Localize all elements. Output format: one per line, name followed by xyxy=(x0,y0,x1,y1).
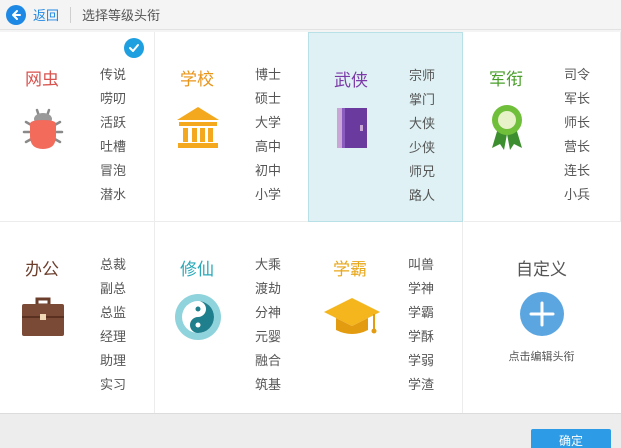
title-item: 师兄 xyxy=(409,165,436,180)
title-item: 高中 xyxy=(255,140,282,155)
selected-check-icon xyxy=(124,38,144,58)
title-item: 初中 xyxy=(255,164,282,179)
title-item: 师长 xyxy=(564,116,591,131)
top-bar: 返回 选择等级头衔 xyxy=(0,0,621,30)
title-item: 总监 xyxy=(100,306,127,321)
title-item: 筑基 xyxy=(255,378,282,393)
title-item: 吐槽 xyxy=(100,140,127,155)
title-list: 司令 军长 师长 营长 连长 小兵 xyxy=(564,66,590,210)
title-item: 掌门 xyxy=(409,93,436,108)
title-item: 传说 xyxy=(100,68,127,83)
title-item: 宗师 xyxy=(409,69,436,84)
title-list: 传说 唠叨 活跃 吐槽 冒泡 潜水 xyxy=(100,66,126,210)
title-item: 少侠 xyxy=(409,141,436,156)
page-title: 选择等级头衔 xyxy=(82,9,161,24)
back-label: 返回 xyxy=(33,9,60,24)
school-building-icon xyxy=(173,102,223,152)
title-item: 军长 xyxy=(564,92,591,107)
header-divider xyxy=(70,6,72,23)
title-item: 硕士 xyxy=(255,92,282,107)
category-card-xiuxian[interactable]: 修仙 大乘 渡劫 分神 元婴 融合 筑基 xyxy=(155,222,310,413)
title-list: 博士 硕士 大学 高中 初中 小学 xyxy=(255,66,281,210)
custom-title: 自定义 xyxy=(516,260,567,280)
bug-icon xyxy=(18,102,68,152)
title-list: 总裁 副总 总监 经理 助理 实习 xyxy=(100,256,126,400)
category-card-wuxia[interactable]: 武侠 宗师 掌门 大侠 少侠 师兄 路人 xyxy=(308,32,463,222)
category-name: 网虫 xyxy=(25,70,59,90)
category-card-bangong[interactable]: 办公 总裁 副总 总监 经理 助理 实习 xyxy=(0,222,155,413)
title-item: 渡劫 xyxy=(255,282,282,297)
title-item: 元婴 xyxy=(255,330,282,345)
custom-subtitle: 点击编辑头衔 xyxy=(508,350,575,363)
category-card-wangchong[interactable]: 网虫 传说 唠叨 活跃 吐槽 冒泡 潜水 xyxy=(0,32,155,222)
title-category-grid: 网虫 传说 唠叨 活跃 吐槽 冒泡 潜水 学校 博士 硕士 大学 高中 初中 小… xyxy=(0,32,621,413)
title-item: 路人 xyxy=(409,189,436,204)
briefcase-icon xyxy=(18,292,68,342)
category-card-xuexiao[interactable]: 学校 博士 硕士 大学 高中 初中 小学 xyxy=(155,32,310,222)
title-item: 司令 xyxy=(564,68,591,83)
category-name: 学霸 xyxy=(333,260,367,280)
title-item: 总裁 xyxy=(100,258,127,273)
title-item: 连长 xyxy=(564,164,591,179)
title-item: 副总 xyxy=(100,282,127,297)
title-item: 小学 xyxy=(255,188,282,203)
title-item: 大乘 xyxy=(255,258,282,273)
title-list: 大乘 渡劫 分神 元婴 融合 筑基 xyxy=(255,256,281,400)
title-item: 经理 xyxy=(100,330,127,345)
title-item: 学霸 xyxy=(408,306,435,321)
title-item: 实习 xyxy=(100,378,127,393)
category-name: 军衔 xyxy=(489,70,523,90)
back-arrow-icon xyxy=(6,4,26,25)
yin-yang-icon xyxy=(173,292,223,342)
category-name: 武侠 xyxy=(334,71,368,91)
title-item: 冒泡 xyxy=(100,164,127,179)
title-item: 唠叨 xyxy=(100,92,127,107)
title-item: 博士 xyxy=(255,68,282,83)
back-button[interactable]: 返回 xyxy=(0,0,59,30)
book-icon xyxy=(327,103,377,153)
graduation-cap-icon xyxy=(322,292,382,342)
plus-icon[interactable] xyxy=(520,292,564,336)
title-item: 活跃 xyxy=(100,116,127,131)
medal-icon xyxy=(482,102,532,152)
confirm-button[interactable]: 确定 xyxy=(531,429,611,448)
title-item: 叫兽 xyxy=(408,258,435,273)
custom-title-card[interactable]: 自定义 点击编辑头衔 xyxy=(464,222,621,413)
category-name: 学校 xyxy=(180,70,214,90)
title-item: 融合 xyxy=(255,354,282,369)
title-item: 学酥 xyxy=(408,330,435,345)
title-item: 潜水 xyxy=(100,188,127,203)
bottom-bar: 确定 xyxy=(0,413,621,448)
title-list: 叫兽 学神 学霸 学酥 学弱 学渣 xyxy=(408,256,434,400)
title-item: 助理 xyxy=(100,354,127,369)
category-name: 修仙 xyxy=(180,260,214,280)
title-item: 学神 xyxy=(408,282,435,297)
title-item: 营长 xyxy=(564,140,591,155)
title-item: 大学 xyxy=(255,116,282,131)
title-list: 宗师 掌门 大侠 少侠 师兄 路人 xyxy=(409,67,435,211)
category-name: 办公 xyxy=(25,260,59,280)
title-item: 学渣 xyxy=(408,378,435,393)
category-card-xueba[interactable]: 学霸 叫兽 学神 学霸 学酥 学弱 学渣 xyxy=(308,222,463,413)
title-item: 小兵 xyxy=(564,188,591,203)
title-item: 分神 xyxy=(255,306,282,321)
title-item: 学弱 xyxy=(408,354,435,369)
category-card-junxian[interactable]: 军衔 司令 军长 师长 营长 连长 小兵 xyxy=(464,32,621,222)
title-item: 大侠 xyxy=(409,117,436,132)
